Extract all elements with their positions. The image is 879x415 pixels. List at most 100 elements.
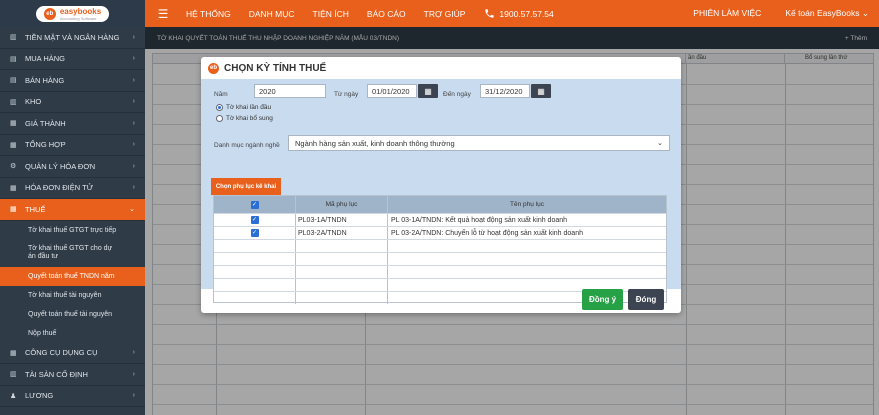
- sidebar-item-quan-ly-hoa-don[interactable]: ⚙ QUẢN LÝ HÓA ĐƠN ›: [0, 156, 145, 178]
- sidebar-item-tai-san[interactable]: ▥ TÀI SẢN CỐ ĐỊNH ›: [0, 364, 145, 386]
- year-input[interactable]: 2020: [254, 84, 326, 98]
- cart-icon: ▤: [10, 55, 17, 63]
- chevron-down-icon: ⌄: [861, 8, 869, 18]
- col-header-name: Tên phụ lục: [510, 201, 544, 208]
- table-header: ✓ Mã phụ lục Tên phụ lục: [214, 196, 666, 213]
- warehouse-icon: ▥: [10, 98, 17, 106]
- sidebar-item-label: TỔNG HỢP: [25, 140, 66, 150]
- chevron-down-icon: ⌄: [657, 140, 663, 147]
- sidebar-item-label: GIÁ THÀNH: [25, 118, 66, 128]
- row-checkbox-cell: ✓: [214, 214, 296, 226]
- to-date-input[interactable]: 31/12/2020: [480, 84, 530, 98]
- industry-label: Danh mục ngành nghề: [214, 142, 280, 149]
- nav-bao-cao[interactable]: BÁO CÁO: [358, 9, 415, 19]
- logo-subtitle: Accounting Software: [59, 15, 97, 21]
- sidebar-item-label: KHO: [25, 97, 42, 107]
- sidebar: ▥ TIỀN MẶT VÀ NGÂN HÀNG › ▤ MUA HÀNG › ▤ BÁN …: [0, 27, 145, 415]
- table-row-empty: [214, 265, 666, 278]
- row-name: PL 03-2A/TNDN: Chuyển lỗ từ hoạt động sả…: [391, 229, 583, 237]
- empty-cell: [214, 279, 296, 291]
- row-code: PL03-2A/TNDN: [296, 227, 388, 239]
- row-checkbox[interactable]: ✓: [250, 216, 259, 224]
- calendar-icon[interactable]: ▦: [531, 84, 551, 98]
- sidebar-item-label: QUẢN LÝ HÓA ĐƠN: [25, 161, 96, 171]
- sidebar-item-label: MUA HÀNG: [25, 54, 66, 64]
- nav-danh-muc[interactable]: DANH MỤC: [240, 9, 304, 19]
- radio-checked-icon: [216, 104, 223, 111]
- sidebar-item-label: TIỀN MẶT VÀ NGÂN HÀNG: [25, 32, 120, 42]
- radio-first-label: Tờ khai lần đầu: [226, 104, 272, 111]
- chevron-right-icon: ›: [132, 33, 135, 41]
- sidebar-item-mua-hang[interactable]: ▤ MUA HÀNG ›: [0, 49, 145, 70]
- close-button[interactable]: Đóng: [628, 289, 664, 310]
- sidebar-item-kho[interactable]: ▥ KHO ›: [0, 92, 145, 113]
- top-nav: HỆ THỐNG DANH MỤC TIỆN ÍCH BÁO CÁO TRỢ G…: [177, 9, 474, 19]
- logo: eb easybooks Accounting Software: [35, 5, 110, 22]
- table-row[interactable]: ✓ PL03-2A/TNDN PL 03-2A/TNDN: Chuyển lỗ …: [214, 226, 666, 239]
- nav-he-thong[interactable]: HỆ THỐNG: [177, 9, 240, 19]
- chevron-right-icon: ›: [132, 76, 135, 84]
- sidebar-item-cong-cu[interactable]: ▦ CÔNG CỤ DỤNG CỤ ›: [0, 343, 145, 364]
- select-all-checkbox[interactable]: ✓: [250, 200, 259, 209]
- bank-icon: ▥: [10, 34, 17, 42]
- sidebar-subitem-nop-thue[interactable]: Nộp thuế: [0, 324, 145, 343]
- document-icon: ▦: [10, 349, 17, 357]
- row-name: PL 03-1A/TNDN: Kết quả hoạt động sản xuấ…: [391, 216, 568, 224]
- logo-badge-icon: eb: [43, 7, 56, 20]
- document-icon: ▦: [10, 120, 17, 128]
- sidebar-subitem-to-khai-tai-nguyen[interactable]: Tờ khai thuế tài nguyên: [0, 286, 145, 305]
- sidebar-item-label: CÔNG CỤ DỤNG CỤ: [25, 348, 98, 358]
- sidebar-item-tong-hop[interactable]: ▦ TỔNG HỢP ›: [0, 135, 145, 156]
- sidebar-subitem-gtgt-truc-tiep[interactable]: Tờ khai thuế GTGT trực tiếp: [0, 221, 145, 240]
- chevron-right-icon: ›: [132, 349, 135, 357]
- table-row[interactable]: ✓ PL03-1A/TNDN PL 03-1A/TNDN: Kết quả ho…: [214, 213, 666, 226]
- sidebar-item-label: TÀI SẢN CỐ ĐỊNH: [25, 369, 88, 379]
- chevron-right-icon: ›: [132, 55, 135, 63]
- sidebar-item-luong[interactable]: ♟ LƯƠNG ›: [0, 386, 145, 407]
- document-icon: ▦: [10, 184, 17, 192]
- hotline: 1900.57.57.54: [484, 8, 554, 19]
- sidebar-item-ban-hang[interactable]: ▤ BÁN HÀNG ›: [0, 70, 145, 92]
- empty-cell: [296, 266, 388, 278]
- radio-unchecked-icon: [216, 115, 223, 122]
- calendar-icon[interactable]: ▦: [418, 84, 438, 98]
- from-date-input[interactable]: 01/01/2020: [367, 84, 417, 98]
- nav-tien-ich[interactable]: TIỆN ÍCH: [304, 9, 358, 19]
- from-date-label: Từ ngày: [334, 91, 359, 98]
- sidebar-item-label: THUẾ: [25, 204, 46, 214]
- sidebar-subitem-gtgt-du-an[interactable]: Tờ khai thuế GTGT cho dự án đầu tư: [0, 240, 145, 267]
- tab-chon-phu-luc[interactable]: Chọn phụ lục kê khai: [211, 178, 281, 195]
- row-checkbox-cell: ✓: [214, 227, 296, 239]
- menu-toggle-icon[interactable]: ☰: [149, 7, 177, 21]
- app-logo-icon: eb: [208, 62, 219, 74]
- sidebar-item-thue[interactable]: ▦ THUẾ ⌄: [0, 199, 145, 221]
- chevron-right-icon: ›: [132, 184, 135, 192]
- radio-first-declaration[interactable]: Tờ khai lần đầu: [216, 104, 271, 111]
- sidebar-item-tien-mat[interactable]: ▥ TIỀN MẶT VÀ NGÂN HÀNG ›: [0, 27, 145, 49]
- sidebar-item-gia-thanh[interactable]: ▦ GIÁ THÀNH ›: [0, 113, 145, 135]
- gear-icon: ⚙: [10, 163, 17, 171]
- dialog-body: Năm 2020 Từ ngày 01/01/2020 ▦ Đến ngày 3…: [201, 79, 681, 310]
- appendix-table: ✓ Mã phụ lục Tên phụ lục ✓ PL03-1A/TNDN …: [213, 195, 667, 304]
- table-row-empty: [214, 239, 666, 252]
- industry-select[interactable]: Ngành hàng sản xuất, kinh doanh thông th…: [288, 135, 670, 151]
- empty-cell: [214, 240, 296, 252]
- table-row-empty: [214, 252, 666, 265]
- sidebar-item-label: BÁN HÀNG: [25, 75, 65, 85]
- sidebar-subitem-quyet-toan-tndn[interactable]: Quyết toán thuế TNDN năm: [0, 266, 145, 286]
- sidebar-item-hoa-don-dien-tu[interactable]: ▦ HÓA ĐƠN ĐIỆN TỬ ›: [0, 178, 145, 199]
- row-checkbox[interactable]: ✓: [250, 229, 259, 237]
- phone-icon: [485, 9, 495, 18]
- radio-supplement-declaration[interactable]: Tờ khai bổ sung: [216, 115, 273, 122]
- empty-cell: [388, 253, 666, 265]
- user-name: Kế toán EasyBooks: [785, 8, 860, 18]
- session-menu[interactable]: PHIÊN LÀM VIỆC: [693, 8, 761, 19]
- sidebar-subitem-quyet-toan-tai-nguyen[interactable]: Quyết toán thuế tài nguyên: [0, 305, 145, 324]
- user-menu[interactable]: Kế toán EasyBooks ⌄: [785, 8, 869, 19]
- nav-tro-giup[interactable]: TRỢ GIÚP: [415, 9, 475, 19]
- ok-button[interactable]: Đồng ý: [582, 289, 623, 310]
- empty-cell: [388, 240, 666, 252]
- top-bar: eb easybooks Accounting Software ☰ HỆ TH…: [0, 0, 879, 27]
- logo-area[interactable]: eb easybooks Accounting Software: [0, 0, 145, 27]
- select-all-cell: ✓: [214, 196, 296, 213]
